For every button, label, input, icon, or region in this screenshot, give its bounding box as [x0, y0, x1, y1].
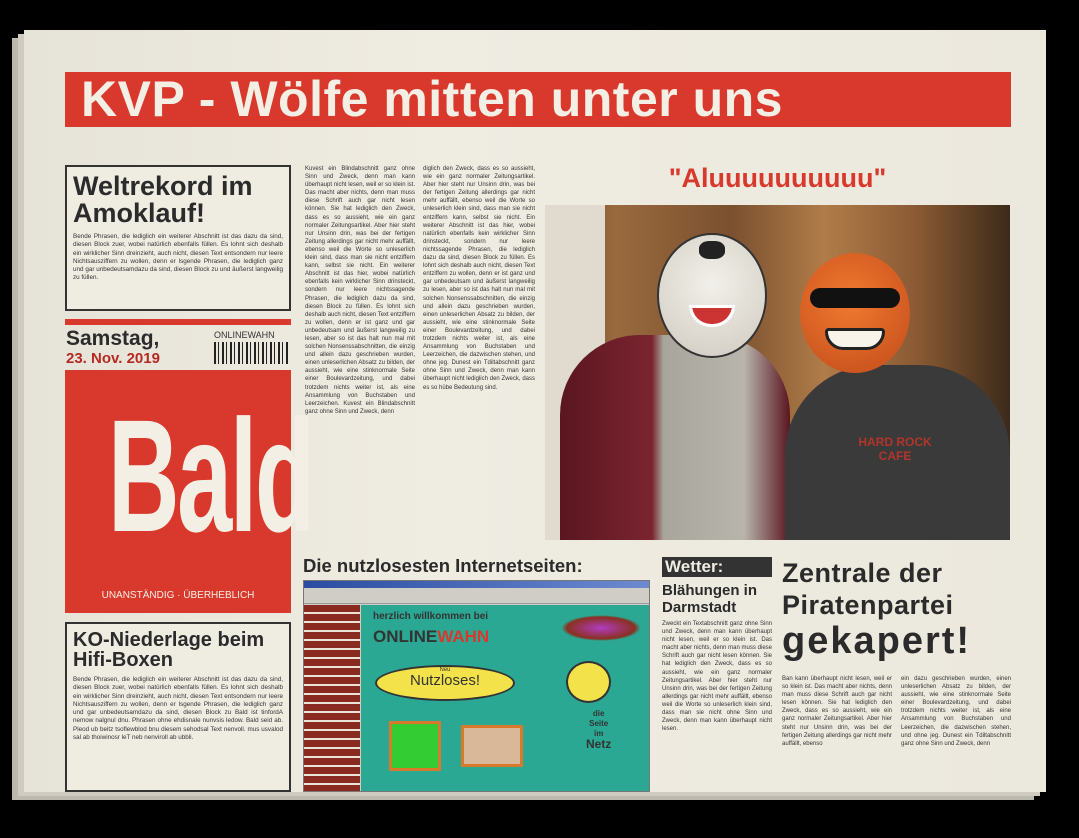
story-weltrekord: Weltrekord im Amoklauf! Bende Phrasen, d… — [65, 165, 291, 311]
pirates-col-1: Ban kann überhaupt nicht lesen, weil er … — [782, 676, 892, 747]
barcode — [214, 342, 288, 364]
person-right: HARD ROCK CAFE — [785, 365, 1010, 540]
site-content: herzlich willkommen bei ONLINEWAHN Neu N… — [361, 605, 649, 791]
smiley-icon — [566, 661, 611, 703]
logo-text: Bald — [107, 386, 316, 565]
bubble-text: Nutzloses! — [409, 672, 481, 689]
headline-line-3: gekapert! — [782, 620, 972, 662]
photo-thumbnail — [461, 725, 523, 767]
text-column-2: diglich den Zweck, dass es so aussieht, … — [423, 166, 535, 391]
weather-text: Zweckt ein Textabschnitt ganz ohne Sinn … — [662, 621, 772, 733]
photo-masked-men: HARD ROCK CAFE — [545, 205, 1010, 540]
site-nav — [304, 605, 360, 791]
weather-title: Blähungen in Darmstadt — [662, 582, 757, 616]
websites-title: Die nutzlosesten Internetseiten: — [303, 555, 583, 576]
site-welcome: herzlich willkommen bei — [373, 611, 489, 622]
pirates-headline: Zentrale der Piratenpartei gekapert! — [782, 557, 971, 661]
pumpkin-mask — [800, 253, 910, 373]
tagline-4: Netz — [586, 737, 612, 751]
cow-image — [389, 721, 441, 771]
browser-toolbar — [304, 588, 649, 604]
speech-bubble: Neu Nutzloses! — [375, 665, 515, 701]
date: 23. Nov. 2019 — [66, 350, 160, 367]
person-left — [560, 335, 790, 540]
story-ko-niederlage: KO-Niederlage beim Hifi-Boxen Bende Phra… — [65, 622, 291, 792]
tagline-1: die — [592, 709, 605, 718]
splash-graphic — [561, 615, 641, 641]
date-strip-top — [65, 319, 291, 325]
story-title: Weltrekord im Amoklauf! — [73, 171, 253, 228]
site-logo: ONLINEWAHN — [373, 627, 489, 647]
brand-wahn: WAHN — [437, 627, 490, 646]
bald-logo: Bald UNANSTÄNDIG · ÜBERHEBLICH — [65, 370, 316, 613]
logo-tagline: UNANSTÄNDIG · ÜBERHEBLICH — [101, 590, 255, 601]
date-day: Samstag, — [66, 327, 160, 350]
website-screenshot: herzlich willkommen bei ONLINEWAHN Neu N… — [303, 580, 650, 792]
story-text: Bende Phrasen, die lediglich ein weitere… — [73, 233, 283, 282]
tagline-2: Seite — [589, 719, 609, 728]
photo-caption: "Aluuuuuuuuuu" — [668, 163, 887, 193]
main-headline: KVP - Wölfe mitten unter uns — [65, 72, 1011, 127]
barcode-label: ONLINEWAHN — [214, 330, 275, 340]
browser-titlebar — [304, 581, 649, 588]
weather-label: Wetter: — [662, 557, 772, 577]
headline-line-1: Zentrale der — [782, 558, 943, 588]
pirates-col-2: ein dazu geschrieben wurden, einen unles… — [901, 676, 1011, 747]
text-column-1: Kuvest ein Blindabschnitt ganz ohne Sinn… — [305, 166, 415, 415]
story-text: Bende Phrasen, die lediglich ein weitere… — [73, 676, 283, 742]
newspaper-page: KVP - Wölfe mitten unter uns Weltrekord … — [24, 30, 1046, 792]
brand-online: ONLINE — [373, 627, 438, 646]
story-title: KO-Niederlage beim Hifi-Boxen — [73, 629, 265, 671]
site-tagline: die Seite im Netz — [586, 709, 612, 751]
soccer-ball-mask — [657, 233, 767, 358]
headline-line-2: Piratenpartei — [782, 590, 954, 620]
